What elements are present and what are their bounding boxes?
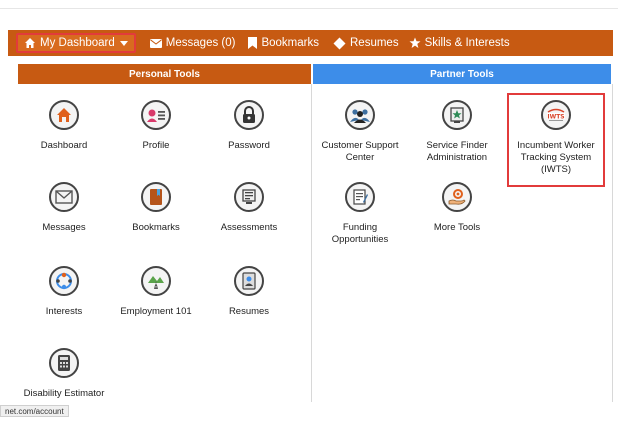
tool-bookmarks-label: Bookmarks [132, 222, 180, 233]
people-group-icon [345, 100, 375, 130]
personal-tools-title: Personal Tools [129, 68, 200, 80]
nav-skills-interests[interactable]: Skills & Interests [409, 30, 510, 56]
tool-service-finder-admin-label: Service Finder Administration [426, 140, 488, 163]
partner-tools-header: Partner Tools [313, 64, 611, 84]
personal-tools-header: Personal Tools [18, 64, 311, 84]
tool-customer-support-center-label: Customer Support Center [321, 140, 399, 163]
nav-messages[interactable]: Messages (0) [149, 30, 236, 56]
tool-password-label: Password [228, 140, 270, 151]
tool-messages[interactable]: Messages [18, 182, 110, 234]
interests-icon [49, 266, 79, 296]
tool-employment-101-label: Employment 101 [120, 306, 192, 317]
tool-interests[interactable]: Interests [18, 266, 110, 318]
service-finder-icon [442, 100, 472, 130]
tool-dashboard[interactable]: Dashboard [18, 100, 110, 152]
nav-my-dashboard[interactable]: My Dashboard [16, 33, 136, 53]
tool-employment-101[interactable]: Employment 101 [110, 266, 202, 318]
bookmark-icon [248, 37, 258, 49]
tool-more-tools[interactable]: More Tools [411, 182, 503, 234]
envelope-icon [49, 182, 79, 212]
section-divider [311, 84, 312, 402]
calculator-icon [49, 348, 79, 378]
partner-tools-title: Partner Tools [430, 68, 494, 80]
tool-disability-estimator-label: Disability Estimator [23, 388, 105, 399]
home-icon [25, 38, 35, 48]
nav-bookmarks-label: Bookmarks [261, 37, 319, 49]
nav-my-dashboard-label: My Dashboard [40, 37, 115, 49]
tool-disability-estimator[interactable]: Disability Estimator [18, 348, 110, 400]
star-icon [409, 37, 421, 48]
tool-customer-support-center[interactable]: Customer Support Center [314, 100, 406, 164]
chevron-down-icon [119, 40, 128, 46]
iwts-highlight-box [507, 93, 605, 187]
profile-card-icon [141, 100, 171, 130]
home-icon [49, 100, 79, 130]
envelope-icon [149, 38, 162, 48]
nav-resumes[interactable]: Resumes [333, 30, 399, 56]
assessment-monitor-icon [234, 182, 264, 212]
nav-resumes-label: Resumes [350, 37, 399, 49]
tool-dashboard-label: Dashboard [40, 140, 88, 151]
resume-person-icon [234, 266, 264, 296]
dashboard-frame: My Dashboard Messages (0) Bookmarks Resu… [8, 30, 613, 405]
status-bar-url: net.com/account [0, 405, 69, 417]
bookmark-book-icon [141, 182, 171, 212]
tool-resumes-label: Resumes [228, 306, 270, 317]
right-border [612, 84, 613, 402]
tool-profile[interactable]: Profile [110, 100, 202, 152]
grant-document-icon [345, 182, 375, 212]
status-url-text: net.com/account [5, 406, 64, 416]
top-divider [0, 8, 618, 9]
tool-messages-label: Messages [42, 222, 86, 233]
tool-funding-opportunities[interactable]: Funding Opportunities [314, 182, 406, 246]
tool-resumes[interactable]: Resumes [203, 266, 295, 318]
nav-bookmarks[interactable]: Bookmarks [248, 30, 319, 56]
tool-assessments[interactable]: Assessments [203, 182, 295, 234]
lock-icon [234, 100, 264, 130]
tool-service-finder-admin[interactable]: Service Finder Administration [411, 100, 503, 164]
top-navbar: My Dashboard Messages (0) Bookmarks Resu… [8, 30, 613, 56]
tool-more-tools-label: More Tools [433, 222, 481, 233]
hand-gear-icon [442, 182, 472, 212]
nav-messages-label: Messages (0) [165, 37, 236, 49]
nav-skills-interests-label: Skills & Interests [424, 37, 510, 49]
tool-funding-opportunities-label: Funding Opportunities [331, 222, 389, 245]
road-icon [141, 266, 171, 296]
tool-password[interactable]: Password [203, 100, 295, 152]
tool-assessments-label: Assessments [220, 222, 278, 233]
tool-interests-label: Interests [45, 306, 83, 317]
diamond-icon [333, 37, 346, 49]
tool-bookmarks[interactable]: Bookmarks [110, 182, 202, 234]
tool-profile-label: Profile [142, 140, 170, 151]
